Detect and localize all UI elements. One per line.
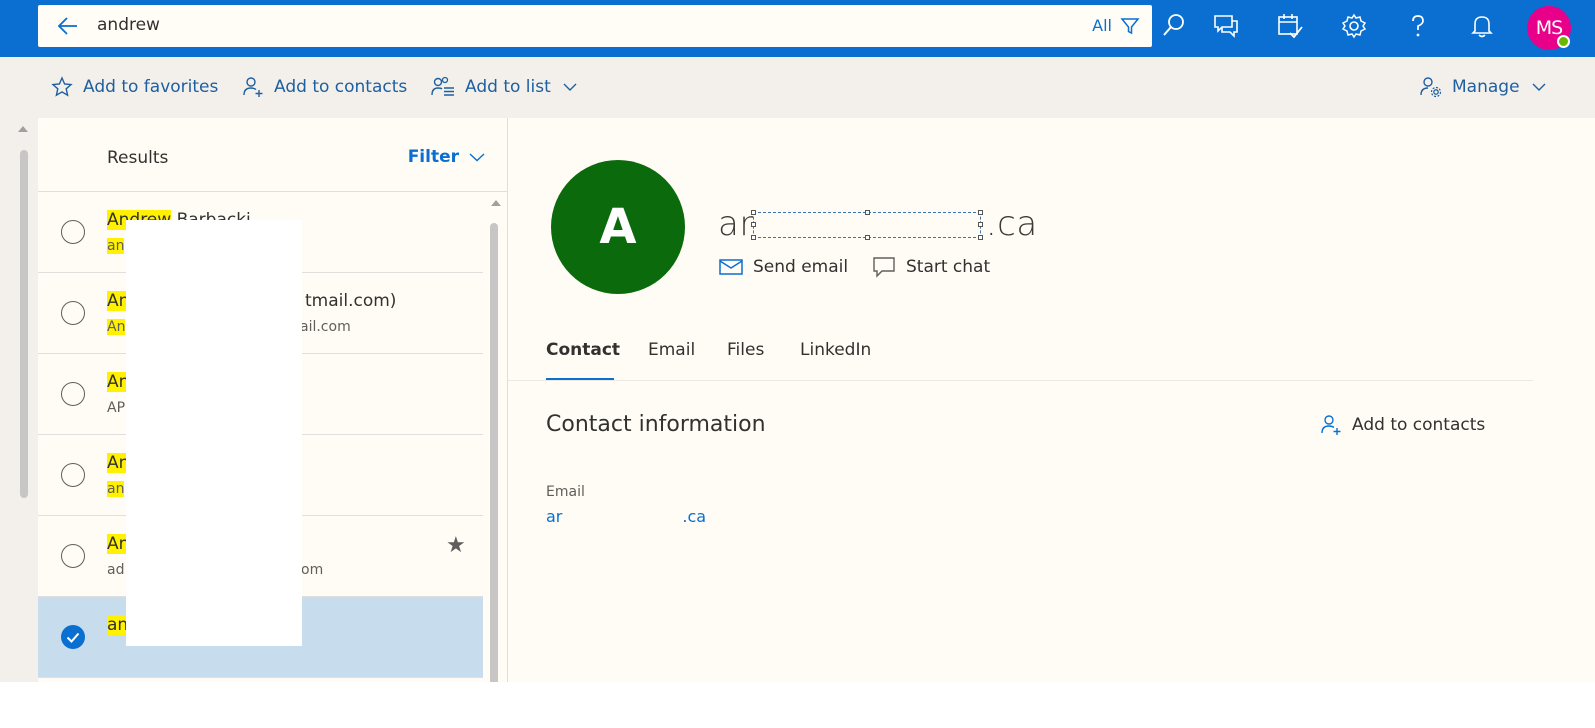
add-to-list-button[interactable]: Add to list bbox=[431, 74, 577, 100]
detail-tabs: Contact Email Files LinkedIn bbox=[546, 340, 1546, 382]
chat-bubble-icon bbox=[873, 257, 895, 278]
tab-files[interactable]: Files bbox=[727, 340, 764, 360]
contact-email: An ail.com bbox=[107, 319, 351, 335]
select-radio[interactable] bbox=[61, 463, 85, 487]
presence-badge bbox=[1557, 35, 1570, 48]
add-to-contacts-button[interactable]: Add to contacts bbox=[242, 74, 407, 100]
person-settings-icon bbox=[1420, 77, 1442, 98]
mail-icon bbox=[719, 259, 743, 275]
send-email-button[interactable]: Send email bbox=[719, 255, 848, 279]
top-bar: andrew All MS bbox=[0, 0, 1595, 57]
star-outline-icon bbox=[51, 76, 73, 97]
command-bar: Add to favorites Add to contacts Add to … bbox=[0, 57, 1595, 118]
search-input[interactable]: andrew bbox=[97, 15, 160, 35]
add-person-icon bbox=[1321, 415, 1341, 435]
name-start: ar bbox=[718, 204, 754, 244]
gear-icon[interactable] bbox=[1340, 12, 1368, 40]
list-scrollbar[interactable] bbox=[487, 193, 507, 685]
tab-contact[interactable]: Contact bbox=[546, 340, 620, 360]
contact-email: AP bbox=[107, 400, 125, 416]
tabs-divider bbox=[508, 380, 1533, 381]
scroll-up-icon[interactable] bbox=[491, 200, 501, 206]
filter-icon[interactable] bbox=[1120, 16, 1140, 36]
chat-icon[interactable] bbox=[1212, 12, 1240, 40]
search-icon[interactable] bbox=[1152, 5, 1192, 47]
help-icon[interactable] bbox=[1404, 12, 1432, 40]
email-value-link[interactable]: ar .ca bbox=[546, 507, 706, 526]
select-radio[interactable] bbox=[61, 301, 85, 325]
select-radio-checked[interactable] bbox=[61, 625, 85, 649]
name-end: .ca bbox=[985, 204, 1038, 244]
email-end: .ca bbox=[682, 507, 707, 526]
filter-label: Filter bbox=[407, 147, 459, 167]
contact-avatar: A bbox=[551, 160, 685, 294]
manage-button[interactable]: Manage bbox=[1420, 74, 1546, 100]
add-to-list-label: Add to list bbox=[465, 77, 551, 97]
people-list-icon bbox=[431, 76, 454, 96]
sub-highlight: an bbox=[107, 481, 125, 497]
chevron-down-icon bbox=[563, 83, 577, 91]
redaction-overlay bbox=[126, 220, 302, 646]
select-radio[interactable] bbox=[61, 220, 85, 244]
contact-email: ad om bbox=[107, 562, 323, 578]
chevron-down-icon bbox=[1532, 83, 1546, 91]
bell-icon[interactable] bbox=[1468, 12, 1496, 40]
add-to-contacts-label: Add to contacts bbox=[1352, 415, 1486, 435]
sub-rest: ad bbox=[107, 562, 125, 578]
list-header: Results Filter bbox=[38, 118, 507, 192]
start-chat-button[interactable]: Start chat bbox=[872, 255, 990, 279]
email-start: ar bbox=[546, 507, 563, 526]
contact-email: an bbox=[107, 238, 125, 254]
sub-rest: AP bbox=[107, 400, 126, 416]
search-scope-dropdown[interactable]: All bbox=[1092, 16, 1112, 35]
filter-button[interactable]: Filter bbox=[408, 147, 485, 167]
chevron-down-icon bbox=[469, 153, 485, 162]
tab-linkedin[interactable]: LinkedIn bbox=[800, 340, 871, 360]
select-radio[interactable] bbox=[61, 382, 85, 406]
sub-highlight: an bbox=[107, 238, 125, 254]
add-to-contacts-link[interactable]: Add to contacts bbox=[1320, 414, 1485, 436]
add-to-favorites-button[interactable]: Add to favorites bbox=[51, 74, 218, 100]
sub-tail: om bbox=[301, 562, 324, 578]
select-radio[interactable] bbox=[61, 544, 85, 568]
contact-email: an bbox=[107, 481, 125, 497]
sub-rest: ail.com bbox=[300, 319, 351, 335]
sub-highlight: An bbox=[107, 319, 126, 335]
start-chat-label: Start chat bbox=[906, 257, 991, 277]
add-to-contacts-label: Add to contacts bbox=[274, 77, 408, 97]
left-scrollbar[interactable] bbox=[0, 118, 38, 682]
tab-email[interactable]: Email bbox=[648, 340, 695, 360]
name-rest: tmail.com) bbox=[305, 291, 397, 311]
contact-detail-pane: A ar .ca Send email Start chat Contact Em… bbox=[507, 118, 1595, 682]
send-email-label: Send email bbox=[753, 257, 849, 277]
scroll-thumb[interactable] bbox=[490, 223, 498, 685]
favorite-star-icon[interactable]: ★ bbox=[446, 533, 466, 558]
redaction-box bbox=[751, 210, 983, 240]
scroll-up-icon[interactable] bbox=[18, 126, 28, 132]
email-field-label: Email bbox=[546, 484, 585, 500]
add-to-favorites-label: Add to favorites bbox=[83, 77, 219, 97]
bottom-strip bbox=[0, 682, 1595, 728]
scroll-thumb[interactable] bbox=[20, 150, 28, 498]
results-label: Results bbox=[107, 148, 169, 168]
calendar-check-icon[interactable] bbox=[1276, 12, 1304, 40]
manage-label: Manage bbox=[1452, 77, 1520, 97]
search-box[interactable]: andrew All bbox=[38, 5, 1152, 47]
checkmark-icon bbox=[66, 632, 80, 643]
add-person-icon bbox=[243, 77, 263, 97]
back-arrow-icon[interactable] bbox=[56, 14, 80, 38]
section-title: Contact information bbox=[546, 412, 766, 437]
